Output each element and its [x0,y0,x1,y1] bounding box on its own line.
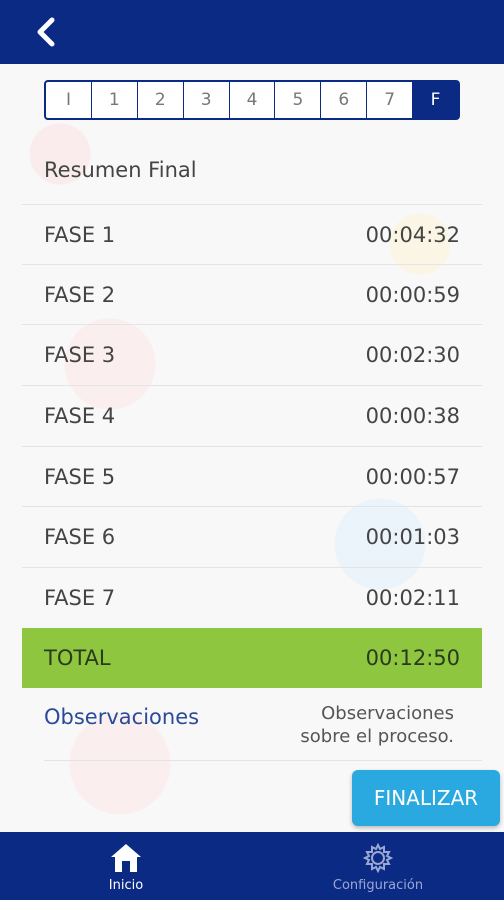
nav-label-inicio: Inicio [108,878,144,893]
observations-text: Observaciones sobre el proceso. [300,702,454,748]
top-app-bar [0,0,504,64]
summary-title: Resumen Final [44,158,197,182]
observations-text-line1: Observaciones [321,703,454,724]
phase-time: 00:02:30 [365,342,460,367]
divider [44,760,482,761]
phase-time: 00:02:11 [365,585,460,610]
step-tab-7[interactable]: 7 [367,82,414,118]
step-tab-intro[interactable]: I [46,82,92,118]
phase-time: 00:01:03 [365,524,460,549]
phase-label: FASE 1 [44,222,116,247]
bottom-navigation: Inicio Configuración [0,832,504,900]
phase-row: FASE 6 00:01:03 [22,506,482,566]
phase-label: FASE 3 [44,342,116,367]
phase-time: 00:04:32 [365,222,460,247]
step-tab-6[interactable]: 6 [321,82,368,118]
phase-time: 00:00:59 [365,282,460,307]
step-tab-1[interactable]: 1 [92,82,138,118]
chevron-left-icon [37,17,55,47]
observations-link[interactable]: Observaciones [44,705,199,729]
phase-label: FASE 7 [44,585,116,610]
phase-label: FASE 2 [44,282,116,307]
phase-row: FASE 5 00:00:57 [22,446,482,506]
total-time: 00:12:50 [365,646,460,670]
phase-stepper: I 1 2 3 4 5 6 7 F [44,80,460,120]
step-tab-final[interactable]: F [413,82,459,118]
phase-row: FASE 2 00:00:59 [22,264,482,324]
nav-item-configuracion[interactable]: Configuración [308,832,448,900]
phase-label: FASE 4 [44,403,116,428]
phase-label: FASE 5 [44,464,116,489]
phase-label: FASE 6 [44,524,116,549]
observations-text-line2: sobre el proceso. [300,726,454,747]
phase-time: 00:00:57 [365,464,460,489]
phase-time: 00:00:38 [365,403,460,428]
phase-row: FASE 1 00:04:32 [22,204,482,264]
nav-label-configuracion: Configuración [332,878,424,893]
total-row: TOTAL 00:12:50 [22,628,482,688]
home-icon [111,844,141,872]
phase-row: FASE 7 00:02:11 [22,567,482,627]
phase-row: FASE 4 00:00:38 [22,385,482,445]
nav-item-inicio[interactable]: Inicio [56,832,196,900]
total-label: TOTAL [44,646,111,670]
gear-icon [362,842,394,874]
step-tab-4[interactable]: 4 [230,82,276,118]
step-tab-5[interactable]: 5 [275,82,322,118]
finalize-button[interactable]: FINALIZAR [352,770,500,826]
back-button[interactable] [30,14,66,50]
step-tab-3[interactable]: 3 [184,82,230,118]
phase-row: FASE 3 00:02:30 [22,324,482,384]
step-tab-2[interactable]: 2 [138,82,184,118]
